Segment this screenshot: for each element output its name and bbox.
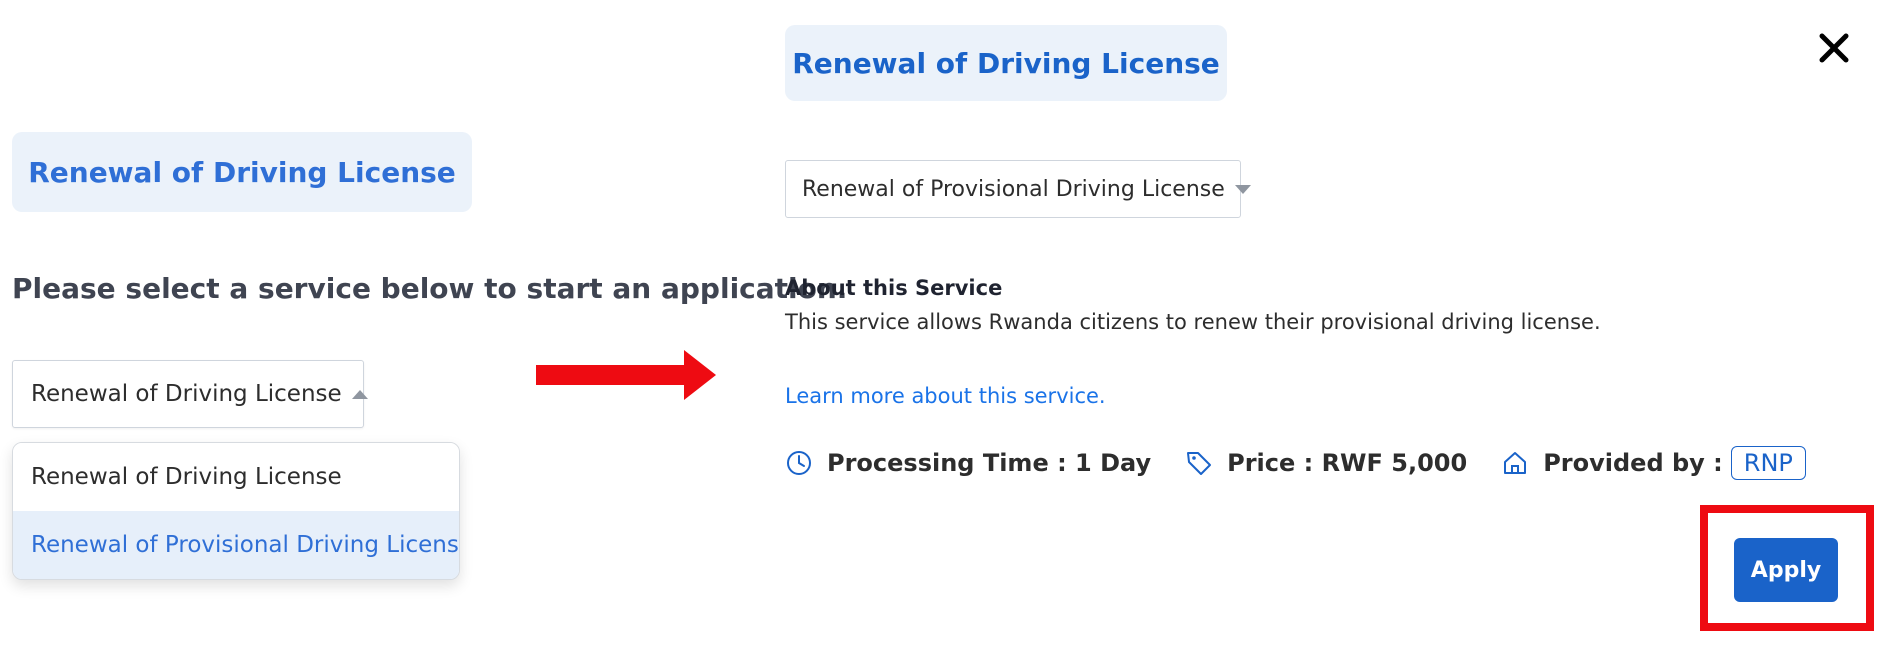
price-tag-icon [1187,452,1212,475]
service-price: Price : RWF 5,000 [1227,449,1468,477]
dropdown-option-label: Renewal of Driving License [31,464,342,490]
about-service-heading: About this Service [785,276,1003,300]
provider-badge: RNP [1730,446,1806,480]
apply-button[interactable]: Apply [1734,538,1838,602]
processing-time: Processing Time : 1 Day [827,449,1152,477]
left-service-title: Renewal of Driving License [12,132,472,212]
about-service-description: This service allows Rwanda citizens to r… [785,310,1601,334]
service-type-select[interactable]: Renewal of Provisional Driving License [785,160,1251,218]
chevron-down-icon [1234,184,1251,194]
service-info-row: Processing Time : 1 Day Price : RWF 5,00… [785,442,1806,484]
dropdown-option-provisional-license[interactable]: Renewal of Provisional Driving License [13,511,459,579]
apply-button-label: Apply [1750,557,1822,583]
select-service-prompt: Please select a service below to start a… [12,272,848,305]
service-select[interactable]: Renewal of Driving License [12,360,368,428]
left-service-title-text: Renewal of Driving License [28,155,456,189]
dropdown-option-label: Renewal of Provisional Driving License [31,532,460,558]
clock-icon [787,451,811,475]
provided-by-label: Provided by : [1543,449,1723,477]
service-select-value: Renewal of Driving License [31,381,342,407]
dropdown-option-driving-license[interactable]: Renewal of Driving License [13,443,459,511]
right-service-title-text: Renewal of Driving License [792,46,1220,80]
close-icon[interactable] [1812,26,1856,70]
right-arrow-icon [536,350,716,400]
caret-up-icon [351,389,368,399]
service-type-select-value: Renewal of Provisional Driving License [802,176,1225,202]
right-service-title: Renewal of Driving License [785,25,1227,101]
learn-more-link[interactable]: Learn more about this service. [785,384,1106,408]
home-icon [1504,452,1527,474]
service-dropdown-menu: Renewal of Driving License Renewal of Pr… [12,442,460,580]
